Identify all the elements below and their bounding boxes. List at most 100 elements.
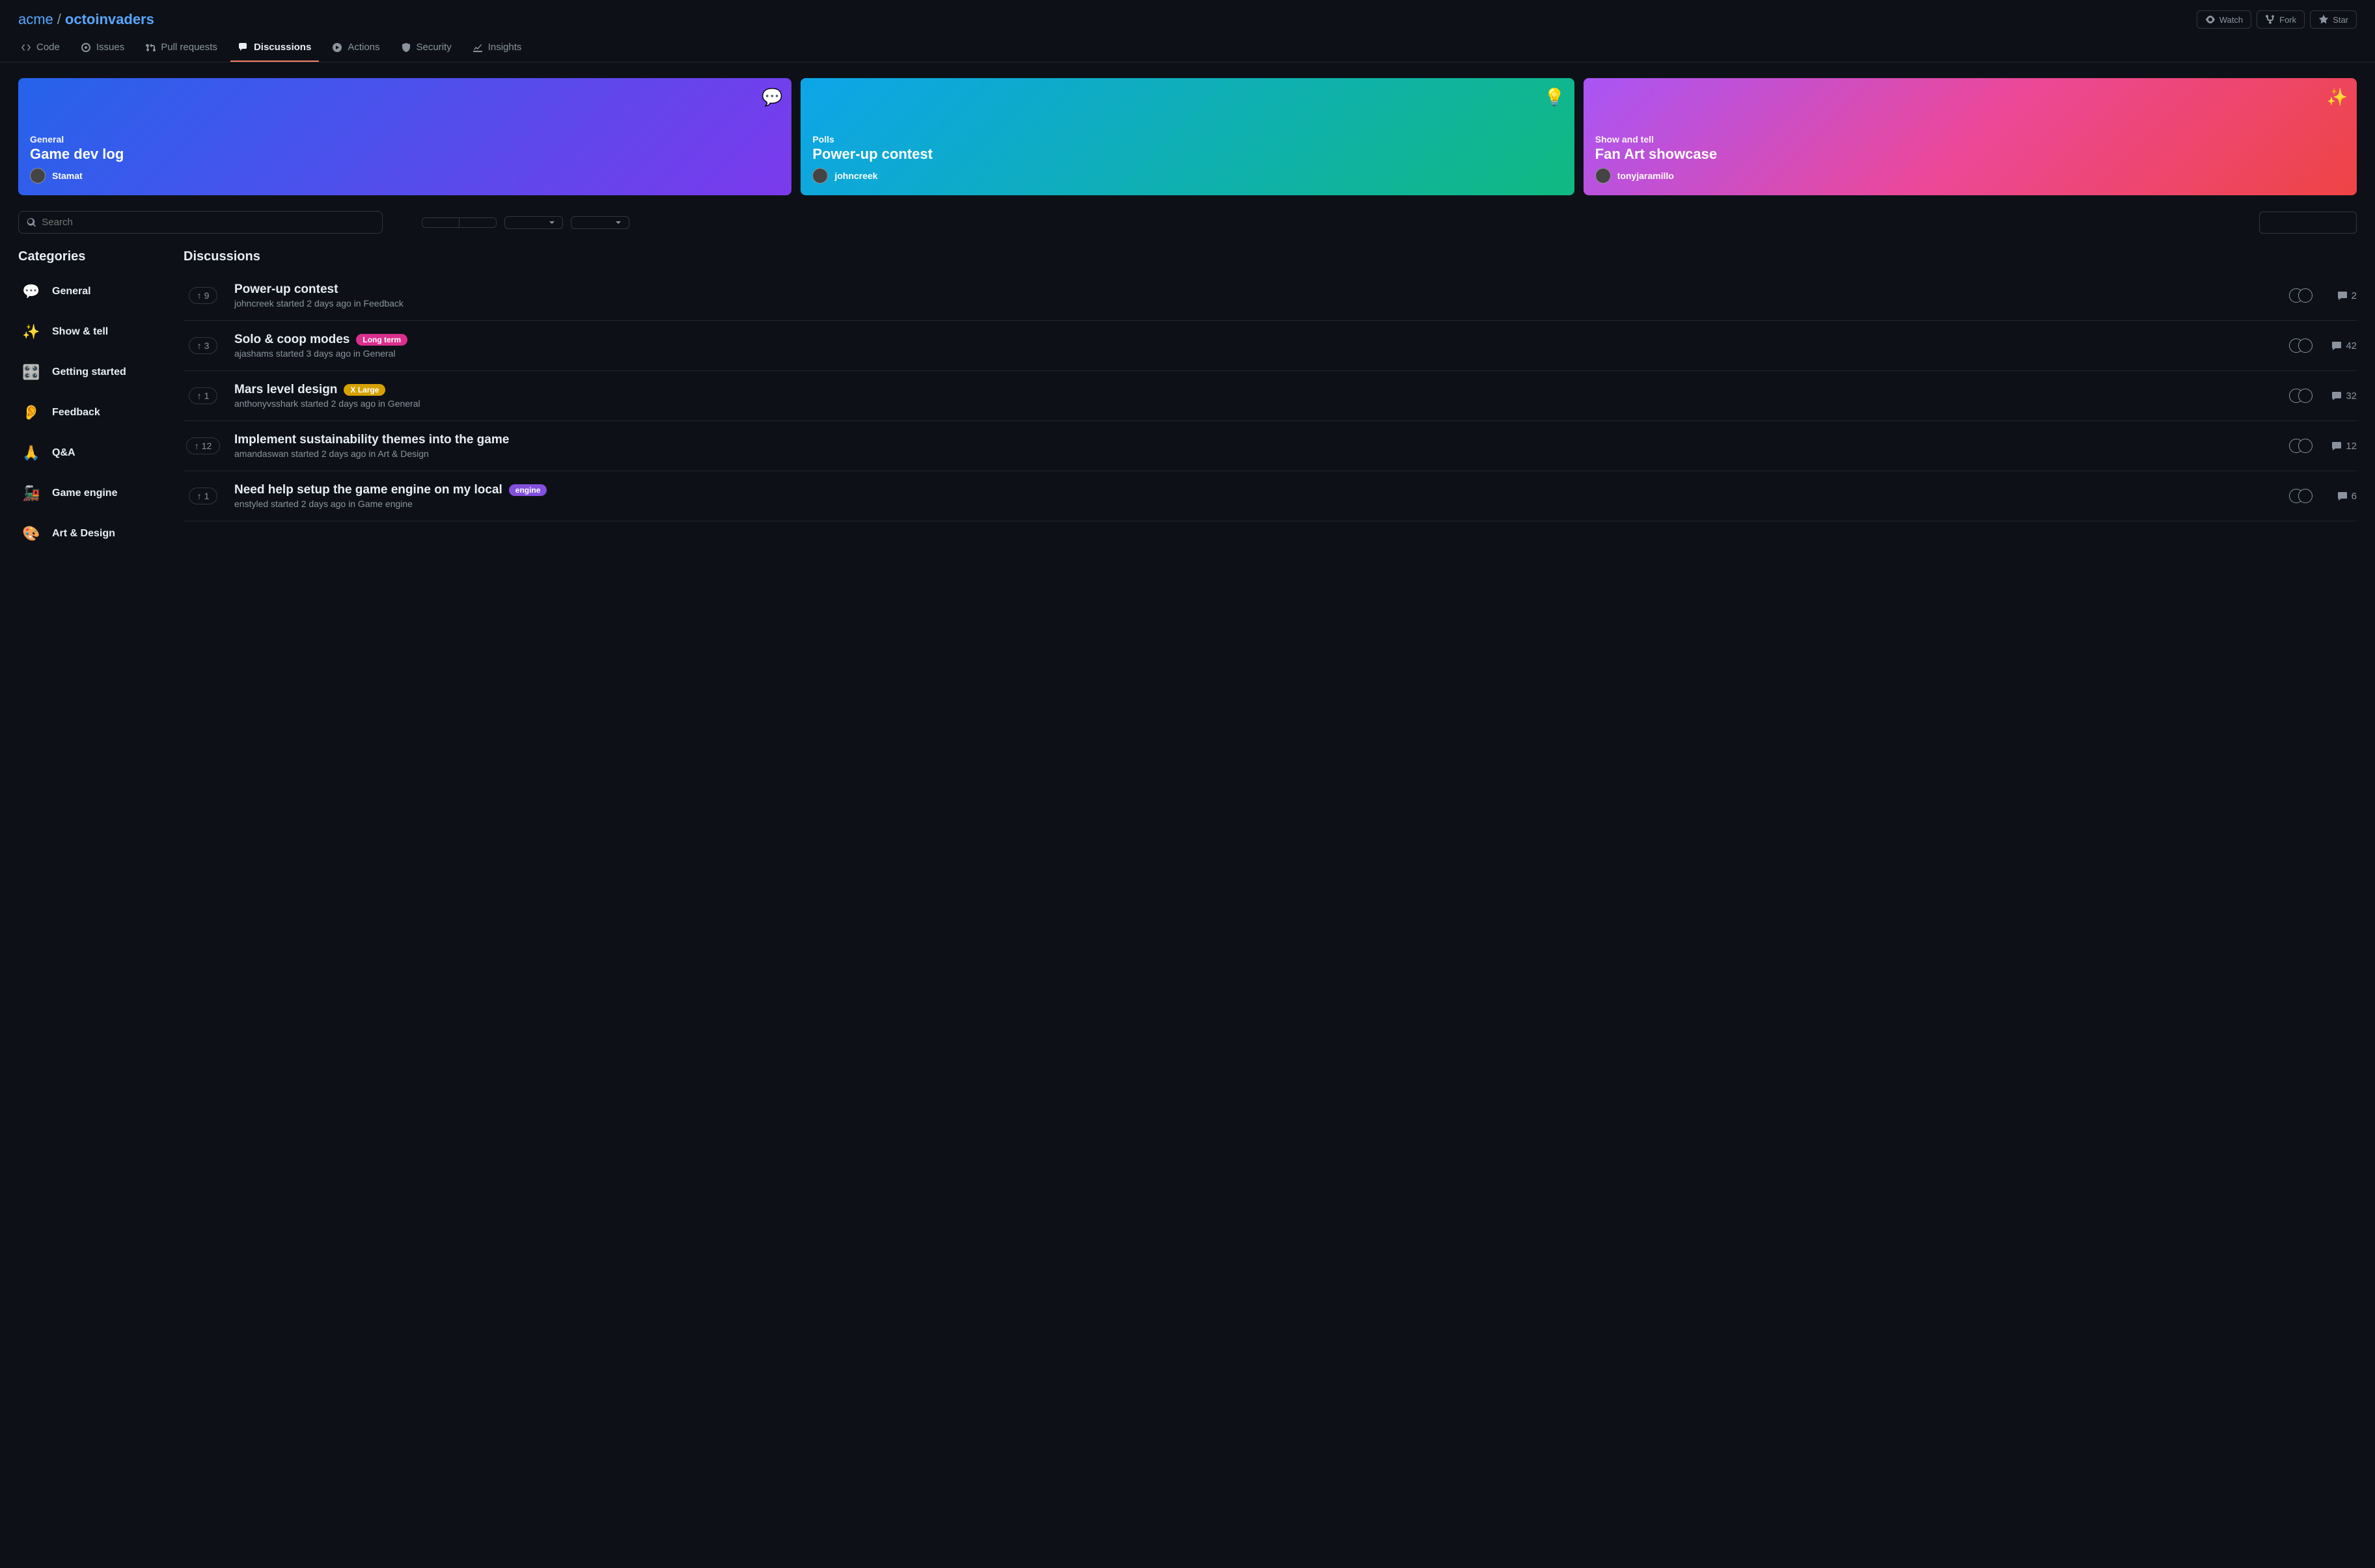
- avatar: [30, 168, 46, 184]
- category-emoji-icon: 🎨: [21, 523, 42, 544]
- discussion-row[interactable]: ↑12Implement sustainability themes into …: [184, 421, 2357, 471]
- breadcrumb-separator: /: [57, 11, 61, 28]
- comment-icon: [2331, 441, 2342, 451]
- avatar: [2298, 439, 2313, 453]
- sort-dropdown[interactable]: [504, 216, 563, 229]
- search-icon: [27, 217, 36, 228]
- pull-request-icon: [145, 42, 156, 53]
- participant-avatars: [2289, 338, 2313, 353]
- issue-icon: [81, 42, 91, 53]
- arrow-up-icon: ↑: [195, 441, 199, 451]
- comment-count[interactable]: 6: [2324, 491, 2357, 502]
- tab-pulls[interactable]: Pull requests: [137, 34, 225, 62]
- sidebar-item[interactable]: 👂 Feedback: [18, 393, 168, 432]
- upvote-button[interactable]: ↑1: [189, 387, 218, 404]
- comment-count[interactable]: 32: [2324, 391, 2357, 402]
- repo-nav: Code Issues Pull requests Discussions Ac…: [0, 34, 2375, 62]
- repo-name-link[interactable]: octoinvaders: [65, 11, 154, 28]
- sidebar-item-label: General: [52, 286, 91, 297]
- tab-security[interactable]: Security: [393, 34, 460, 62]
- sidebar-item[interactable]: 🚂 Game engine: [18, 474, 168, 513]
- comment-number: 6: [2352, 491, 2357, 502]
- tab-code[interactable]: Code: [13, 34, 68, 62]
- repo-owner-link[interactable]: acme: [18, 11, 53, 28]
- search-input[interactable]: [42, 217, 374, 228]
- avatar: [2298, 489, 2313, 503]
- comment-count[interactable]: 42: [2324, 340, 2357, 351]
- play-icon: [332, 42, 342, 53]
- tab-security-label: Security: [417, 42, 452, 53]
- tab-issues-label: Issues: [96, 42, 124, 53]
- sidebar-item-label: Show & tell: [52, 326, 108, 338]
- comment-icon: [2337, 290, 2348, 301]
- avatar: [1595, 168, 1611, 184]
- upvote-button[interactable]: ↑9: [189, 287, 218, 304]
- tab-issues[interactable]: Issues: [73, 34, 132, 62]
- spotlight-category: Show and tell: [1595, 134, 2345, 144]
- segment-right[interactable]: [459, 218, 496, 227]
- discussion-row[interactable]: ↑1Mars level designX Largeanthonyvsshark…: [184, 371, 2357, 421]
- sidebar-item[interactable]: 💬 General: [18, 272, 168, 311]
- watch-button[interactable]: Watch: [2197, 10, 2251, 29]
- avatar: [2298, 338, 2313, 353]
- sidebar-item-label: Game engine: [52, 488, 117, 499]
- avatar: [812, 168, 828, 184]
- vote-count: 9: [204, 290, 210, 301]
- discussion-title: Power-up contest: [234, 282, 338, 297]
- spotlight-card[interactable]: 💬 General Game dev log Stamat: [18, 78, 791, 195]
- arrow-up-icon: ↑: [197, 391, 202, 401]
- tab-discussions[interactable]: Discussions: [230, 34, 319, 62]
- sidebar-item[interactable]: 🙏Q&A: [18, 433, 168, 473]
- tab-code-label: Code: [36, 42, 60, 53]
- sidebar-heading: Categories: [18, 249, 168, 264]
- label-badge[interactable]: Long term: [356, 334, 407, 346]
- spotlight-title: Power-up contest: [812, 146, 1562, 163]
- participant-avatars: [2289, 439, 2313, 453]
- upvote-button[interactable]: ↑12: [186, 437, 221, 454]
- fork-button[interactable]: Fork: [2257, 10, 2305, 29]
- category-emoji-icon: 💬: [21, 281, 42, 302]
- comment-icon: [2331, 391, 2342, 401]
- upvote-button[interactable]: ↑3: [189, 337, 218, 354]
- spotlight-card[interactable]: 💡 Polls Power-up contest johncreek: [801, 78, 1574, 195]
- avatar: [2298, 288, 2313, 303]
- segment-left[interactable]: [422, 218, 459, 227]
- sidebar-item[interactable]: 🎛️Getting started: [18, 353, 168, 392]
- discussion-title: Mars level design: [234, 383, 337, 397]
- category-emoji-icon: 👂: [21, 402, 42, 423]
- tab-actions-label: Actions: [348, 42, 379, 53]
- category-emoji-icon: 🚂: [21, 483, 42, 504]
- filter-bar: [0, 211, 2375, 241]
- comment-count[interactable]: 12: [2324, 441, 2357, 452]
- star-button[interactable]: Star: [2310, 10, 2357, 29]
- author-name: Stamat: [52, 171, 83, 181]
- sidebar-item-label: Feedback: [52, 407, 100, 419]
- discussion-row[interactable]: ↑3Solo & coop modesLong termajashams sta…: [184, 321, 2357, 371]
- discussion-row[interactable]: ↑1Need help setup the game engine on my …: [184, 471, 2357, 521]
- discussion-meta: amandaswan started 2 days ago in Art & D…: [234, 448, 2277, 459]
- sidebar: Categories 💬 General ✨Show & tell🎛️Getting…: [18, 249, 168, 553]
- discussion-meta: johncreek started 2 days ago in Feedback: [234, 298, 2277, 309]
- tab-insights[interactable]: Insights: [465, 34, 530, 62]
- author-name: tonyjaramillo: [1617, 171, 1674, 181]
- label-dropdown[interactable]: [571, 216, 629, 229]
- upvote-button[interactable]: ↑1: [189, 488, 218, 504]
- search-input-wrap[interactable]: [18, 211, 383, 234]
- sidebar-item[interactable]: 🎨Art & Design: [18, 514, 168, 553]
- new-discussion-button[interactable]: [2259, 212, 2357, 234]
- tab-pulls-label: Pull requests: [161, 42, 217, 53]
- speech-bubble-icon: 💬: [762, 87, 782, 107]
- sidebar-item[interactable]: ✨Show & tell: [18, 312, 168, 351]
- comment-icon: [2331, 340, 2342, 351]
- tab-insights-label: Insights: [488, 42, 522, 53]
- discussions-content: Discussions ↑9Power-up contestjohncreek …: [184, 249, 2357, 553]
- spotlight-card[interactable]: ✨ Show and tell Fan Art showcase tonyjar…: [1584, 78, 2357, 195]
- label-badge[interactable]: engine: [509, 484, 547, 496]
- comment-number: 2: [2352, 290, 2357, 301]
- label-badge[interactable]: X Large: [344, 384, 385, 396]
- spotlight-author: johncreek: [812, 168, 1562, 184]
- discussion-title: Implement sustainability themes into the…: [234, 433, 509, 447]
- comment-count[interactable]: 2: [2324, 290, 2357, 301]
- discussion-row[interactable]: ↑9 Power-up contestjohncreek started 2 da…: [184, 271, 2357, 321]
- tab-actions[interactable]: Actions: [324, 34, 387, 62]
